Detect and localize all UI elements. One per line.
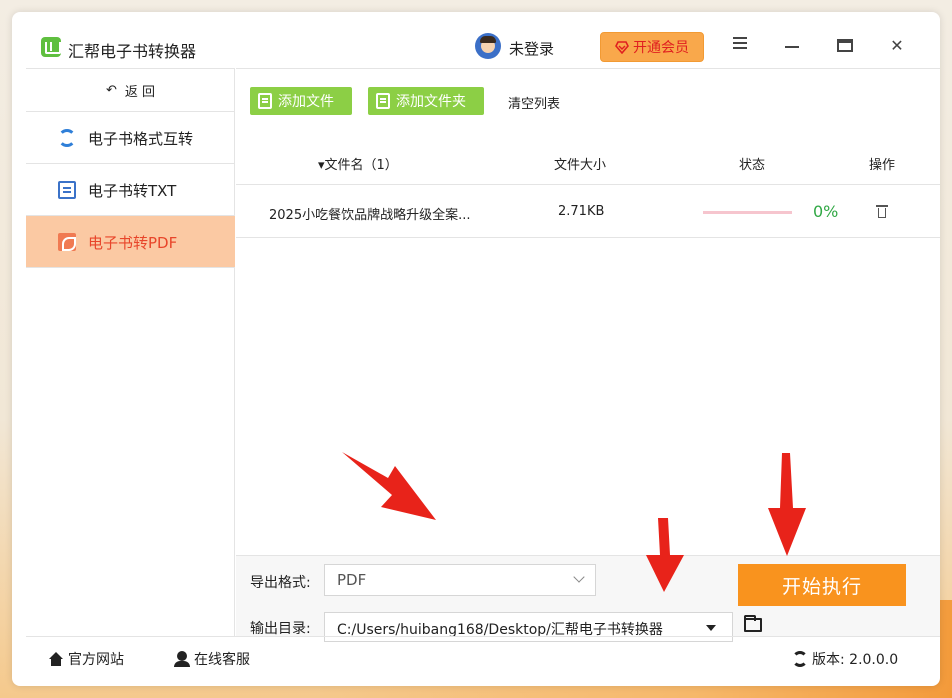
vip-button[interactable]: 开通会员: [600, 32, 704, 62]
version-info[interactable]: 版本: 2.0.0.0: [792, 649, 898, 669]
sidebar-item-format-convert[interactable]: 电子书格式互转: [26, 112, 235, 164]
close-icon[interactable]: ✕: [885, 34, 909, 58]
settings-panel: 导出格式: PDF 输出目录: C:/Users/huibang168/Desk…: [236, 555, 940, 642]
add-folder-button[interactable]: 添加文件夹: [368, 87, 484, 115]
diamond-heart-icon: [615, 41, 629, 54]
customer-service-icon: [174, 651, 190, 667]
sidebar: ↶ 返 回 电子书格式互转 电子书转TXT 电子书转PDF: [26, 68, 235, 636]
clear-list-button[interactable]: 清空列表: [508, 93, 560, 112]
add-file-label: 添加文件: [278, 94, 334, 110]
menu-icon[interactable]: [728, 34, 752, 58]
file-name: 2025小吃餐饮品牌战略升级全案...: [269, 208, 471, 223]
table-header: ▾文件名（1） 文件大小 状态 操作: [236, 139, 940, 185]
progress-percent: 0%: [813, 202, 839, 221]
version-label: 版本: 2.0.0.0: [812, 652, 899, 668]
add-file-icon: [258, 93, 272, 109]
title-bar: 汇帮电子书转换器 未登录 开通会员 ✕: [12, 12, 940, 68]
app-logo-icon: [41, 37, 61, 57]
delete-icon[interactable]: [876, 204, 888, 218]
app-window: 汇帮电子书转换器 未登录 开通会员 ✕ ↶ 返 回 电子书格式互转 电子书转TX…: [12, 12, 940, 686]
sidebar-item-label: 电子书转PDF: [88, 234, 178, 252]
column-header-status: 状态: [739, 158, 766, 173]
login-status[interactable]: 未登录: [509, 38, 554, 59]
sync-icon: [58, 129, 76, 147]
folder-open-icon[interactable]: [744, 615, 762, 632]
main-panel: 添加文件 添加文件夹 清空列表 ▾文件名（1） 文件大小 状态 操作 2025小…: [236, 68, 940, 642]
back-arrow-icon: ↶: [105, 82, 117, 98]
column-header-size: 文件大小: [554, 158, 607, 173]
txt-document-icon: [58, 181, 76, 199]
vip-button-label: 开通会员: [633, 40, 689, 56]
website-label: 官方网站: [68, 652, 124, 668]
minimize-icon[interactable]: [780, 34, 804, 58]
back-label: 返 回: [124, 84, 156, 100]
sidebar-item-to-pdf[interactable]: 电子书转PDF: [26, 216, 235, 268]
footer: 官方网站 在线客服 版本: 2.0.0.0: [26, 636, 940, 686]
add-file-button[interactable]: 添加文件: [250, 87, 352, 115]
app-title: 汇帮电子书转换器: [68, 42, 197, 61]
column-header-name[interactable]: ▾文件名（1）: [318, 154, 398, 173]
home-icon: [48, 652, 64, 666]
format-value: PDF: [337, 571, 367, 589]
start-button[interactable]: 开始执行: [738, 564, 906, 606]
column-header-action: 操作: [869, 158, 896, 173]
maximize-icon[interactable]: [833, 34, 857, 58]
sidebar-item-label: 电子书转TXT: [88, 182, 177, 200]
add-folder-icon: [376, 93, 390, 109]
pdf-icon: [58, 233, 76, 251]
avatar-hair: [480, 36, 496, 43]
dropdown-arrow-icon: [706, 625, 716, 631]
add-folder-label: 添加文件夹: [396, 94, 466, 110]
format-select[interactable]: PDF: [324, 564, 596, 596]
online-service-link[interactable]: 在线客服: [174, 649, 250, 669]
table-row[interactable]: 2025小吃餐饮品牌战略升级全案... 2.71KB 0%: [236, 186, 940, 238]
progress-bar: [703, 211, 792, 214]
sidebar-item-label: 电子书格式互转: [88, 130, 194, 148]
file-size: 2.71KB: [558, 204, 605, 219]
back-button[interactable]: ↶ 返 回: [26, 69, 235, 112]
website-link[interactable]: 官方网站: [48, 649, 124, 669]
chevron-down-icon: [573, 571, 585, 583]
format-label: 导出格式:: [250, 575, 311, 591]
sidebar-item-to-txt[interactable]: 电子书转TXT: [26, 164, 235, 216]
refresh-icon: [792, 651, 808, 667]
output-dir-label: 输出目录:: [250, 621, 311, 637]
user-avatar[interactable]: [475, 33, 501, 59]
service-label: 在线客服: [194, 652, 250, 668]
